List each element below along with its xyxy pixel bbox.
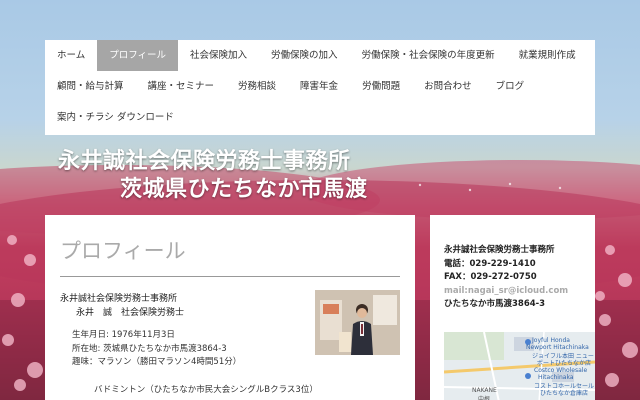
nav-item-seminars[interactable]: 講座・セミナー xyxy=(136,71,227,102)
nav-item-download[interactable]: 案内・チラシ ダウンロード xyxy=(45,102,186,133)
map-label-newport: Newport Hitachinaka xyxy=(526,344,589,351)
nav-item-labor-consultation[interactable]: 労務相談 xyxy=(226,71,288,102)
sidebar-email[interactable]: mail:nagai_sr@icloud.com xyxy=(444,285,568,299)
contact-info: 永井誠社会保険労務士事務所 電話：029-229-1410 FAX：029-27… xyxy=(444,244,568,312)
nav-item-home[interactable]: ホーム xyxy=(45,40,97,71)
main-content: プロフィール 永井誠社会保険労務士事務所 永井 誠 社会保険労務士 生年月日: … xyxy=(45,215,415,400)
hobby-badminton-text: バドミントン（ひたちなか市民大会シングルBクラス3位） xyxy=(94,384,318,395)
map-label-costco: Costco Wholesale xyxy=(534,367,588,374)
nav-item-contact[interactable]: お問合わせ xyxy=(412,71,484,102)
hobby-text: 趣味：マラソン（勝田マラソン4時間51分） xyxy=(72,357,242,367)
map-label-joyful: Joyful Honda xyxy=(532,337,570,344)
main-navigation: ホーム プロフィール 社会保険加入 労働保険の加入 労働保険・社会保険の年度更新… xyxy=(45,40,595,135)
map-label-costco-jp2: ひたちなか倉庫店 xyxy=(540,390,589,397)
nav-row-1: ホーム プロフィール 社会保険加入 労働保険の加入 労働保険・社会保険の年度更新… xyxy=(45,40,595,71)
site-title-line2: 茨城県ひたちなか市馬渡 xyxy=(120,177,368,202)
page-title: プロフィール xyxy=(60,239,186,263)
nav-item-labor-issues[interactable]: 労働問題 xyxy=(350,71,412,102)
profile-photo xyxy=(315,290,400,355)
nav-item-blog[interactable]: ブログ xyxy=(484,71,537,102)
site-title-line1: 永井誠社会保険労務士事務所 xyxy=(58,149,351,174)
map-label-nakane: NAKANE xyxy=(472,387,497,394)
office-name: 永井誠社会保険労務士事務所 xyxy=(60,294,178,304)
sidebar-phone: 電話：029-229-1410 xyxy=(444,258,536,269)
birthday-text: 生年月日: 1976年11月3日 xyxy=(72,330,175,340)
nav-item-annual-renewal[interactable]: 労働保険・社会保険の年度更新 xyxy=(350,40,507,71)
nav-item-labor-insurance[interactable]: 労働保険の加入 xyxy=(259,40,350,71)
nav-item-work-rules[interactable]: 就業規則作成 xyxy=(507,40,588,71)
site-title[interactable]: 永井誠社会保険労務士事務所 茨城県ひたちなか市馬渡 xyxy=(58,148,368,204)
nav-row-3: 案内・チラシ ダウンロード xyxy=(45,102,595,133)
nav-item-social-insurance[interactable]: 社会保険加入 xyxy=(178,40,259,71)
nav-item-profile[interactable]: プロフィール xyxy=(97,40,179,71)
person-name: 永井 誠 社会保険労務士 xyxy=(76,308,185,318)
sidebar-address: ひたちなか市馬渡3864-3 xyxy=(444,299,546,309)
nav-item-advisory-payroll[interactable]: 顧問・給与計算 xyxy=(45,71,136,102)
map-label-joyful-jp2: ポートひたちなか店 xyxy=(537,360,592,367)
map-label-nakane-jp: 中根 xyxy=(478,396,491,400)
address-text: 所在地: 茨城県ひたちなか市馬渡3864-3 xyxy=(72,343,227,354)
sidebar-contact: 永井誠社会保険労務士事務所 電話：029-229-1410 FAX：029-27… xyxy=(430,215,595,400)
map-label-costco2: Hitachinaka xyxy=(538,374,574,381)
title-divider xyxy=(60,276,400,277)
sidebar-fax: FAX：029-272-0750 xyxy=(444,272,537,282)
nav-row-2: 顧問・給与計算 講座・セミナー 労務相談 障害年金 労働問題 お問合わせ ブログ xyxy=(45,71,595,102)
location-map[interactable]: Joyful Honda Newport Hitachinaka ジョイフル本田… xyxy=(444,332,595,400)
sidebar-office-name: 永井誠社会保険労務士事務所 xyxy=(444,245,555,255)
nav-item-disability-pension[interactable]: 障害年金 xyxy=(288,71,350,102)
profile-details: 生年月日: 1976年11月3日 所在地: 茨城県ひたちなか市馬渡3864-3 … xyxy=(72,329,318,397)
